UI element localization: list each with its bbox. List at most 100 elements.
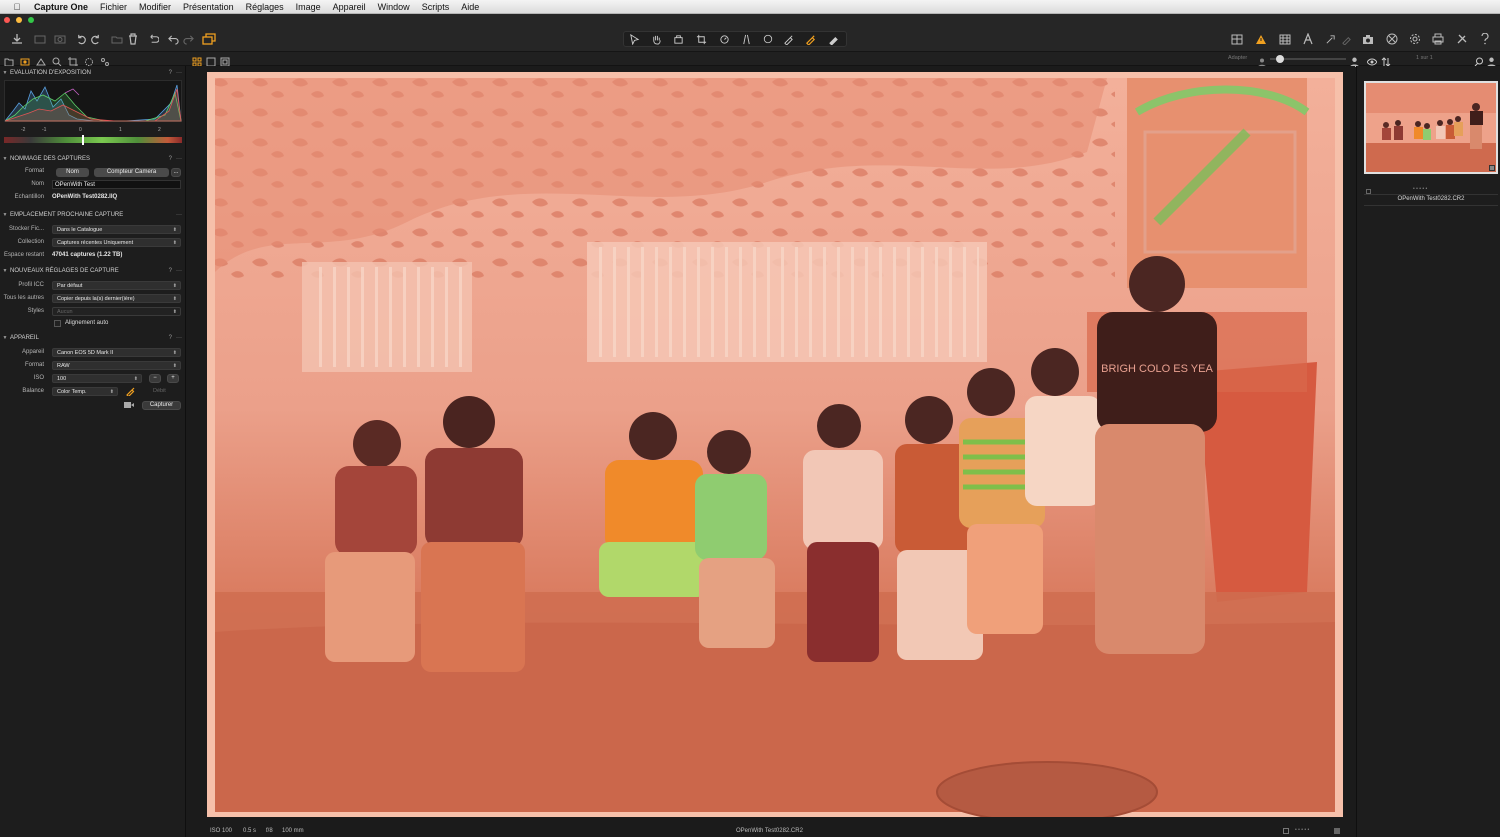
rating-dots[interactable]: • • • • • — [1295, 827, 1309, 833]
copy-apply-icon[interactable] — [201, 31, 217, 47]
rotate-right-icon[interactable] — [89, 31, 101, 47]
minimize-window-button[interactable] — [16, 17, 22, 23]
text-overlay-icon[interactable] — [1301, 31, 1315, 47]
collapse-triangle-icon[interactable]: ▼ — [0, 70, 10, 76]
token-name[interactable]: Nom — [56, 168, 89, 177]
name-input[interactable]: OPenWith Test — [52, 180, 181, 189]
print-icon[interactable] — [1431, 31, 1445, 47]
zoom-slider-handle[interactable] — [1276, 55, 1284, 63]
color-picker-icon[interactable] — [803, 31, 817, 47]
folder-move-icon[interactable] — [110, 31, 124, 47]
reset-icon[interactable] — [147, 31, 159, 47]
undo-icon[interactable] — [167, 31, 179, 47]
rotate-tool-icon[interactable] — [717, 31, 731, 47]
collection-select[interactable]: Captures récentes Uniquement ⬍ — [52, 238, 181, 247]
store-select[interactable]: Dans le Catalogue ⬍ — [52, 225, 181, 234]
loupe-icon[interactable] — [671, 31, 685, 47]
more-icon[interactable]: ··· — [176, 268, 182, 274]
apple-icon[interactable]:  — [10, 2, 24, 12]
menu-scripts[interactable]: Scripts — [416, 2, 456, 12]
pick-icon[interactable] — [1323, 31, 1337, 47]
spot-removal-icon[interactable] — [762, 31, 774, 47]
exposure-meter-bar — [4, 135, 182, 145]
naming-more-button[interactable]: ... — [171, 168, 181, 177]
menu-app[interactable]: Capture One — [24, 2, 94, 12]
sample-label: Echantillon — [14, 194, 44, 200]
more-icon[interactable]: ··· — [176, 212, 182, 218]
camera-icon[interactable] — [53, 31, 67, 47]
icc-select[interactable]: Par défaut ⬍ — [52, 281, 181, 290]
grid-view-icon[interactable] — [1230, 31, 1244, 47]
thumbnail-rating[interactable]: • • • • • — [1413, 186, 1427, 192]
iso-increase-button[interactable]: + — [167, 374, 179, 383]
tools-icon[interactable] — [1455, 31, 1469, 47]
zoom-window-button[interactable] — [28, 17, 34, 23]
menu-appareil[interactable]: Appareil — [327, 2, 372, 12]
grid-overlay-icon[interactable] — [1278, 31, 1292, 47]
auto-align-label: Alignement auto — [65, 320, 109, 326]
divider — [1364, 205, 1498, 206]
select-arrow-icon: ⬍ — [172, 240, 177, 246]
select-checkbox[interactable] — [1283, 828, 1289, 834]
negative-photo[interactable]: BRIGH COLO ES YEA — [207, 72, 1343, 817]
iso-select[interactable]: 100 ⬍ — [52, 374, 142, 383]
naming-section-header[interactable]: ▼ NOMMAGE DES CAPTURES ? ··· — [0, 154, 186, 164]
select-arrow-icon: ⬍ — [172, 309, 177, 315]
capture-button[interactable]: Capturer — [142, 401, 181, 410]
menu-reglages[interactable]: Réglages — [240, 2, 290, 12]
more-icon[interactable]: ··· — [176, 156, 182, 162]
balance-select[interactable]: Color Temp. ⬍ — [52, 387, 118, 396]
camera-section-header[interactable]: ▼ APPAREIL ? ··· — [0, 333, 186, 343]
brush-icon[interactable] — [781, 31, 795, 47]
zoom-slider[interactable] — [1270, 55, 1346, 63]
select-cursor-icon[interactable] — [627, 31, 641, 47]
menu-presentation[interactable]: Présentation — [177, 2, 240, 12]
more-icon[interactable]: ··· — [176, 335, 182, 341]
close-window-button[interactable] — [4, 17, 10, 23]
collapse-triangle-icon[interactable]: ▼ — [0, 212, 10, 218]
live-view-icon[interactable] — [123, 401, 135, 411]
color-tag[interactable] — [1334, 828, 1340, 834]
help-icon[interactable]: ? — [169, 268, 172, 274]
capture-icon[interactable] — [33, 31, 47, 47]
help-icon[interactable]: ? — [169, 335, 172, 341]
menu-aide[interactable]: Aide — [455, 2, 485, 12]
iso-decrease-button[interactable]: − — [149, 374, 161, 383]
apply-icon[interactable] — [1339, 31, 1353, 47]
space-label: Espace restant — [3, 252, 44, 258]
help-icon[interactable]: ? — [169, 156, 172, 162]
device-select[interactable]: Canon EOS 5D Mark II ⬍ — [52, 348, 181, 357]
redo-icon[interactable] — [182, 31, 194, 47]
rotate-left-icon[interactable] — [75, 31, 87, 47]
exposure-warning-icon[interactable] — [1254, 31, 1268, 47]
auto-align-checkbox[interactable] — [54, 320, 61, 327]
keystone-icon[interactable] — [739, 31, 753, 47]
menu-fichier[interactable]: Fichier — [94, 2, 133, 12]
thumbnail-frame[interactable] — [1364, 81, 1498, 174]
camera-capture-icon[interactable] — [1361, 31, 1375, 47]
menu-window[interactable]: Window — [372, 2, 416, 12]
collapse-triangle-icon[interactable]: ▼ — [0, 335, 10, 341]
import-icon[interactable] — [10, 31, 24, 47]
annotate-icon[interactable] — [826, 31, 840, 47]
others-select[interactable]: Copier depuis la(s) dernier(ière) ⬍ — [52, 294, 181, 303]
location-section-header[interactable]: ▼ EMPLACEMENT PROCHAINE CAPTURE ··· — [0, 210, 186, 220]
menu-modifier[interactable]: Modifier — [133, 2, 177, 12]
collapse-triangle-icon[interactable]: ▼ — [0, 156, 10, 162]
pan-hand-icon[interactable] — [649, 31, 663, 47]
styles-select[interactable]: Aucun ⬍ — [52, 307, 181, 316]
camera-format-select[interactable]: RAW ⬍ — [52, 361, 181, 370]
trash-icon[interactable] — [127, 31, 139, 47]
exposure-section-header[interactable]: ▼ EVALUATION D'EXPOSITION ? ··· — [0, 68, 186, 78]
more-icon[interactable]: ··· — [176, 70, 182, 76]
help-icon[interactable]: ? — [169, 70, 172, 76]
settings-section-header[interactable]: ▼ NOUVEAUX RÉGLAGES DE CAPTURE ? ··· — [0, 266, 186, 276]
settings-gear-icon[interactable] — [1408, 31, 1422, 47]
proofing-icon[interactable] — [1385, 31, 1399, 47]
help-icon[interactable] — [1478, 31, 1492, 47]
token-camera-counter[interactable]: Compteur Camera — [94, 168, 169, 177]
menu-image[interactable]: Image — [290, 2, 327, 12]
crop-icon[interactable] — [694, 31, 708, 47]
white-balance-picker-icon[interactable] — [126, 386, 136, 398]
collapse-triangle-icon[interactable]: ▼ — [0, 268, 10, 274]
